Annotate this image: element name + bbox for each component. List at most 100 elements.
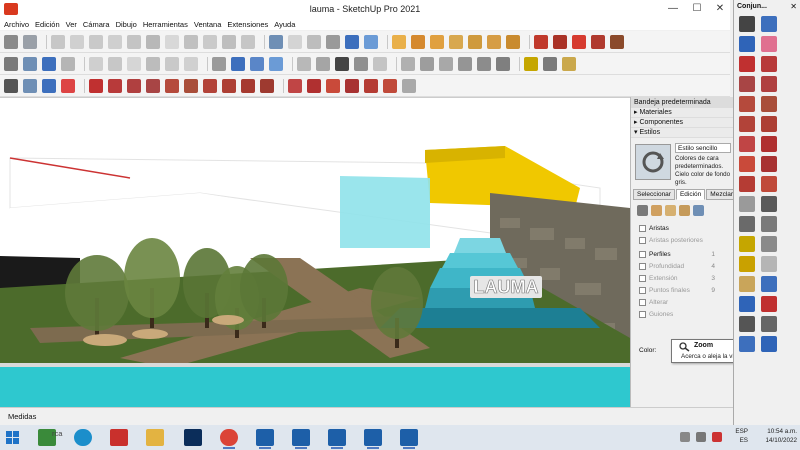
model-info-icon[interactable] [165, 56, 179, 71]
orbit-icon[interactable] [212, 56, 226, 71]
select-objects-icon[interactable] [4, 34, 18, 49]
sketchup-taskbar-icon-5[interactable] [400, 429, 418, 449]
panel-close-button[interactable]: ✕ [790, 2, 797, 11]
chrome-taskbar-icon[interactable] [220, 429, 238, 449]
menu-herramientas[interactable]: Herramientas [143, 20, 188, 29]
shell-icon[interactable] [496, 56, 510, 71]
minimize-button[interactable]: — [662, 0, 684, 18]
rotated-rect-tool-icon[interactable] [761, 76, 777, 92]
layout-icon[interactable] [127, 56, 141, 71]
back-edges-icon[interactable] [288, 34, 302, 49]
eraser-tool-icon[interactable] [761, 36, 777, 52]
component-icon[interactable] [23, 78, 37, 93]
pan-icon[interactable] [231, 56, 245, 71]
subtract-icon[interactable] [439, 56, 453, 71]
setting-extension[interactable]: Extensión 3 [639, 273, 731, 284]
3d-text-icon[interactable] [487, 34, 501, 49]
tape-large-icon[interactable] [739, 196, 755, 212]
close-button[interactable]: ✕ [709, 0, 731, 18]
rotate-tool-icon[interactable] [326, 78, 340, 93]
rotated-rectangle-icon[interactable] [146, 78, 160, 93]
setting-value[interactable]: 1 [711, 249, 715, 260]
look-around-large-icon[interactable] [761, 316, 777, 332]
section-cut-icon[interactable] [184, 34, 198, 49]
eraser-icon[interactable] [543, 56, 557, 71]
offset-large-icon[interactable] [761, 176, 777, 192]
tag-icon[interactable] [562, 56, 576, 71]
edge-settings-icon[interactable] [637, 205, 648, 216]
language-indicator[interactable]: ESP ES [726, 427, 748, 445]
walk-large-icon[interactable] [739, 336, 755, 352]
offset-icon[interactable] [383, 78, 397, 93]
iso-view-icon[interactable] [51, 34, 65, 49]
solid-tools-icon[interactable] [297, 56, 311, 71]
style-name-field[interactable]: Estilo sencillo [675, 143, 731, 153]
rotate-icon[interactable] [572, 34, 586, 49]
orbit-large-icon[interactable] [761, 256, 777, 272]
setting-value[interactable]: 4 [711, 261, 715, 272]
intersect-icon[interactable] [401, 56, 415, 71]
shaded-icon[interactable] [345, 34, 359, 49]
text-tool-icon[interactable] [449, 34, 463, 49]
styles-icon[interactable] [61, 56, 75, 71]
scale-tool-icon[interactable] [364, 78, 378, 93]
menu-camara[interactable]: Cámara [83, 20, 110, 29]
followme-tool-icon[interactable] [345, 78, 359, 93]
tray-section-materials[interactable]: ▸ Materiales [631, 108, 733, 118]
sketchup-taskbar-icon-3[interactable] [328, 429, 346, 449]
home-icon[interactable] [354, 56, 368, 71]
sketchup-taskbar-icon-4[interactable] [364, 429, 382, 449]
position-camera-icon[interactable] [739, 316, 755, 332]
watermark-settings-icon[interactable] [679, 205, 690, 216]
pie-icon[interactable] [260, 78, 274, 93]
house-icon[interactable] [335, 56, 349, 71]
checkbox[interactable] [639, 311, 646, 318]
file-explorer-taskbar-icon[interactable] [146, 429, 164, 446]
menu-edicion[interactable]: Edición [35, 20, 60, 29]
union-icon[interactable] [420, 56, 434, 71]
pencil-icon[interactable] [524, 56, 538, 71]
tray-section-styles[interactable]: ▾ Estilos [631, 128, 733, 138]
warehouse-model-icon[interactable] [373, 56, 387, 71]
menu-extensiones[interactable]: Extensiones [227, 20, 268, 29]
setting-guiones[interactable]: Guiones [639, 309, 731, 320]
front-view-icon[interactable] [89, 34, 103, 49]
text-large-icon[interactable] [761, 216, 777, 232]
checkbox[interactable] [639, 251, 646, 258]
xray-icon[interactable] [269, 34, 283, 49]
background-settings-icon[interactable] [665, 205, 676, 216]
section-plane-icon[interactable] [165, 34, 179, 49]
checkbox[interactable] [639, 225, 646, 232]
setting-value[interactable]: 9 [711, 285, 715, 296]
top-view-icon[interactable] [70, 34, 84, 49]
windows-start-icon[interactable] [6, 431, 19, 444]
paint-bucket-icon[interactable] [42, 78, 56, 93]
style-thumbnail[interactable] [635, 144, 671, 180]
checkbox[interactable] [639, 263, 646, 270]
setting-value[interactable]: 3 [711, 273, 715, 284]
taskbar-search[interactable]: rca [52, 429, 62, 438]
setting-perfiles[interactable]: Perfiles 1 [639, 249, 731, 260]
two-point-arc-icon[interactable] [222, 78, 236, 93]
rotate-large-icon[interactable] [739, 156, 755, 172]
pie-tool-icon[interactable] [761, 116, 777, 132]
circle-icon[interactable] [165, 78, 179, 93]
zoom-window-large-icon[interactable] [739, 296, 755, 312]
paint-icon[interactable] [739, 36, 755, 52]
clock[interactable]: 10:54 a.m. 14/10/2022 [750, 427, 797, 445]
setting-profundidad[interactable]: Profundidad 4 [639, 261, 731, 272]
right-view-icon[interactable] [108, 34, 122, 49]
setting-aristas-posteriores[interactable]: Aristas posteriores [639, 235, 731, 246]
smoove-icon[interactable] [241, 34, 255, 49]
outer-shell-icon[interactable] [316, 56, 330, 71]
rectangle-icon[interactable] [127, 78, 141, 93]
split-icon[interactable] [477, 56, 491, 71]
move-icon[interactable] [288, 78, 302, 93]
three-point-arc-icon[interactable] [241, 78, 255, 93]
zoom-large-icon[interactable] [761, 276, 777, 292]
tape-icon[interactable] [402, 78, 416, 93]
zoom-extents-large-icon[interactable] [761, 296, 777, 312]
tape-measure-icon[interactable] [506, 34, 520, 49]
axes-tool-icon[interactable] [468, 34, 482, 49]
freehand-icon[interactable] [108, 78, 122, 93]
